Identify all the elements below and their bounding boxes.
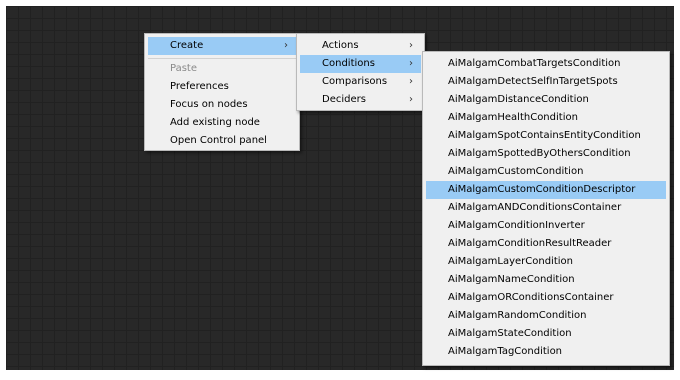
menu-item-label: AiMalgamCustomCondition (448, 166, 584, 177)
menu-item-label: AiMalgamNameCondition (448, 274, 575, 285)
chevron-right-icon: › (409, 94, 413, 105)
menu-item-condition-highlighted[interactable]: AiMalgamCustomConditionDescriptor (426, 181, 666, 199)
conditions-submenu: AiMalgamCombatTargetsCondition AiMalgamD… (422, 51, 670, 366)
menu-separator (148, 58, 296, 59)
menu-item-label: AiMalgamDetectSelfInTargetSpots (448, 76, 618, 87)
menu-item-condition[interactable]: AiMalgamTagCondition (426, 343, 666, 361)
create-submenu: Actions › Conditions › Comparisons › Dec… (296, 33, 425, 111)
menu-item-label: AiMalgamRandomCondition (448, 310, 587, 321)
menu-item-label: AiMalgamTagCondition (448, 346, 563, 357)
menu-item-condition[interactable]: AiMalgamCustomCondition (426, 163, 666, 181)
menu-item-paste: Paste (148, 60, 296, 78)
menu-item-label: AiMalgamConditionResultReader (448, 238, 612, 249)
menu-item-condition[interactable]: AiMalgamNameCondition (426, 271, 666, 289)
menu-item-label: AiMalgamSpottedByOthersCondition (448, 148, 631, 159)
menu-item-actions[interactable]: Actions › (300, 37, 421, 55)
menu-item-condition[interactable]: AiMalgamHealthCondition (426, 109, 666, 127)
menu-item-label: Actions (322, 40, 359, 51)
menu-item-label: AiMalgamConditionInverter (448, 220, 585, 231)
chevron-right-icon: › (409, 76, 413, 87)
context-menu: Create › Paste Preferences Focus on node… (144, 33, 300, 151)
menu-item-condition[interactable]: AiMalgamConditionResultReader (426, 235, 666, 253)
menu-item-deciders[interactable]: Deciders › (300, 91, 421, 109)
menu-item-condition[interactable]: AiMalgamSpotContainsEntityCondition (426, 127, 666, 145)
menu-item-label: Conditions (322, 58, 375, 69)
menu-item-condition[interactable]: AiMalgamANDConditionsContainer (426, 199, 666, 217)
menu-item-create[interactable]: Create › (148, 37, 296, 55)
menu-item-add-existing-node[interactable]: Add existing node (148, 114, 296, 132)
menu-item-label: AiMalgamCombatTargetsCondition (448, 58, 621, 69)
menu-item-condition[interactable]: AiMalgamDetectSelfInTargetSpots (426, 73, 666, 91)
menu-item-label: AiMalgamLayerCondition (448, 256, 573, 267)
menu-item-condition[interactable]: AiMalgamCombatTargetsCondition (426, 55, 666, 73)
menu-item-comparisons[interactable]: Comparisons › (300, 73, 421, 91)
menu-item-conditions[interactable]: Conditions › (300, 55, 421, 73)
menu-item-condition[interactable]: AiMalgamSpottedByOthersCondition (426, 145, 666, 163)
chevron-right-icon: › (409, 58, 413, 69)
chevron-right-icon: › (284, 40, 288, 51)
menu-item-condition[interactable]: AiMalgamLayerCondition (426, 253, 666, 271)
menu-item-open-control-panel[interactable]: Open Control panel (148, 132, 296, 150)
menu-item-label: Create (170, 40, 204, 51)
menu-item-label: AiMalgamStateCondition (448, 328, 572, 339)
chevron-right-icon: › (409, 40, 413, 51)
menu-item-condition[interactable]: AiMalgamORConditionsContainer (426, 289, 666, 307)
menu-item-label: AiMalgamORConditionsContainer (448, 292, 614, 303)
menu-item-label: Open Control panel (170, 135, 267, 146)
menu-item-condition[interactable]: AiMalgamStateCondition (426, 325, 666, 343)
menu-item-label: Comparisons (322, 76, 388, 87)
menu-item-label: AiMalgamSpotContainsEntityCondition (448, 130, 641, 141)
menu-item-label: AiMalgamCustomConditionDescriptor (448, 184, 636, 195)
menu-item-condition[interactable]: AiMalgamDistanceCondition (426, 91, 666, 109)
menu-item-label: AiMalgamANDConditionsContainer (448, 202, 622, 213)
menu-item-condition[interactable]: AiMalgamConditionInverter (426, 217, 666, 235)
menu-item-label: Add existing node (170, 117, 260, 128)
menu-item-condition[interactable]: AiMalgamRandomCondition (426, 307, 666, 325)
menu-item-label: Preferences (170, 81, 229, 92)
menu-item-label: Paste (170, 63, 197, 74)
menu-item-preferences[interactable]: Preferences (148, 78, 296, 96)
menu-item-label: AiMalgamHealthCondition (448, 112, 578, 123)
menu-item-label: Deciders (322, 94, 366, 105)
menu-item-focus-on-nodes[interactable]: Focus on nodes (148, 96, 296, 114)
menu-item-label: AiMalgamDistanceCondition (448, 94, 589, 105)
menu-item-label: Focus on nodes (170, 99, 248, 110)
